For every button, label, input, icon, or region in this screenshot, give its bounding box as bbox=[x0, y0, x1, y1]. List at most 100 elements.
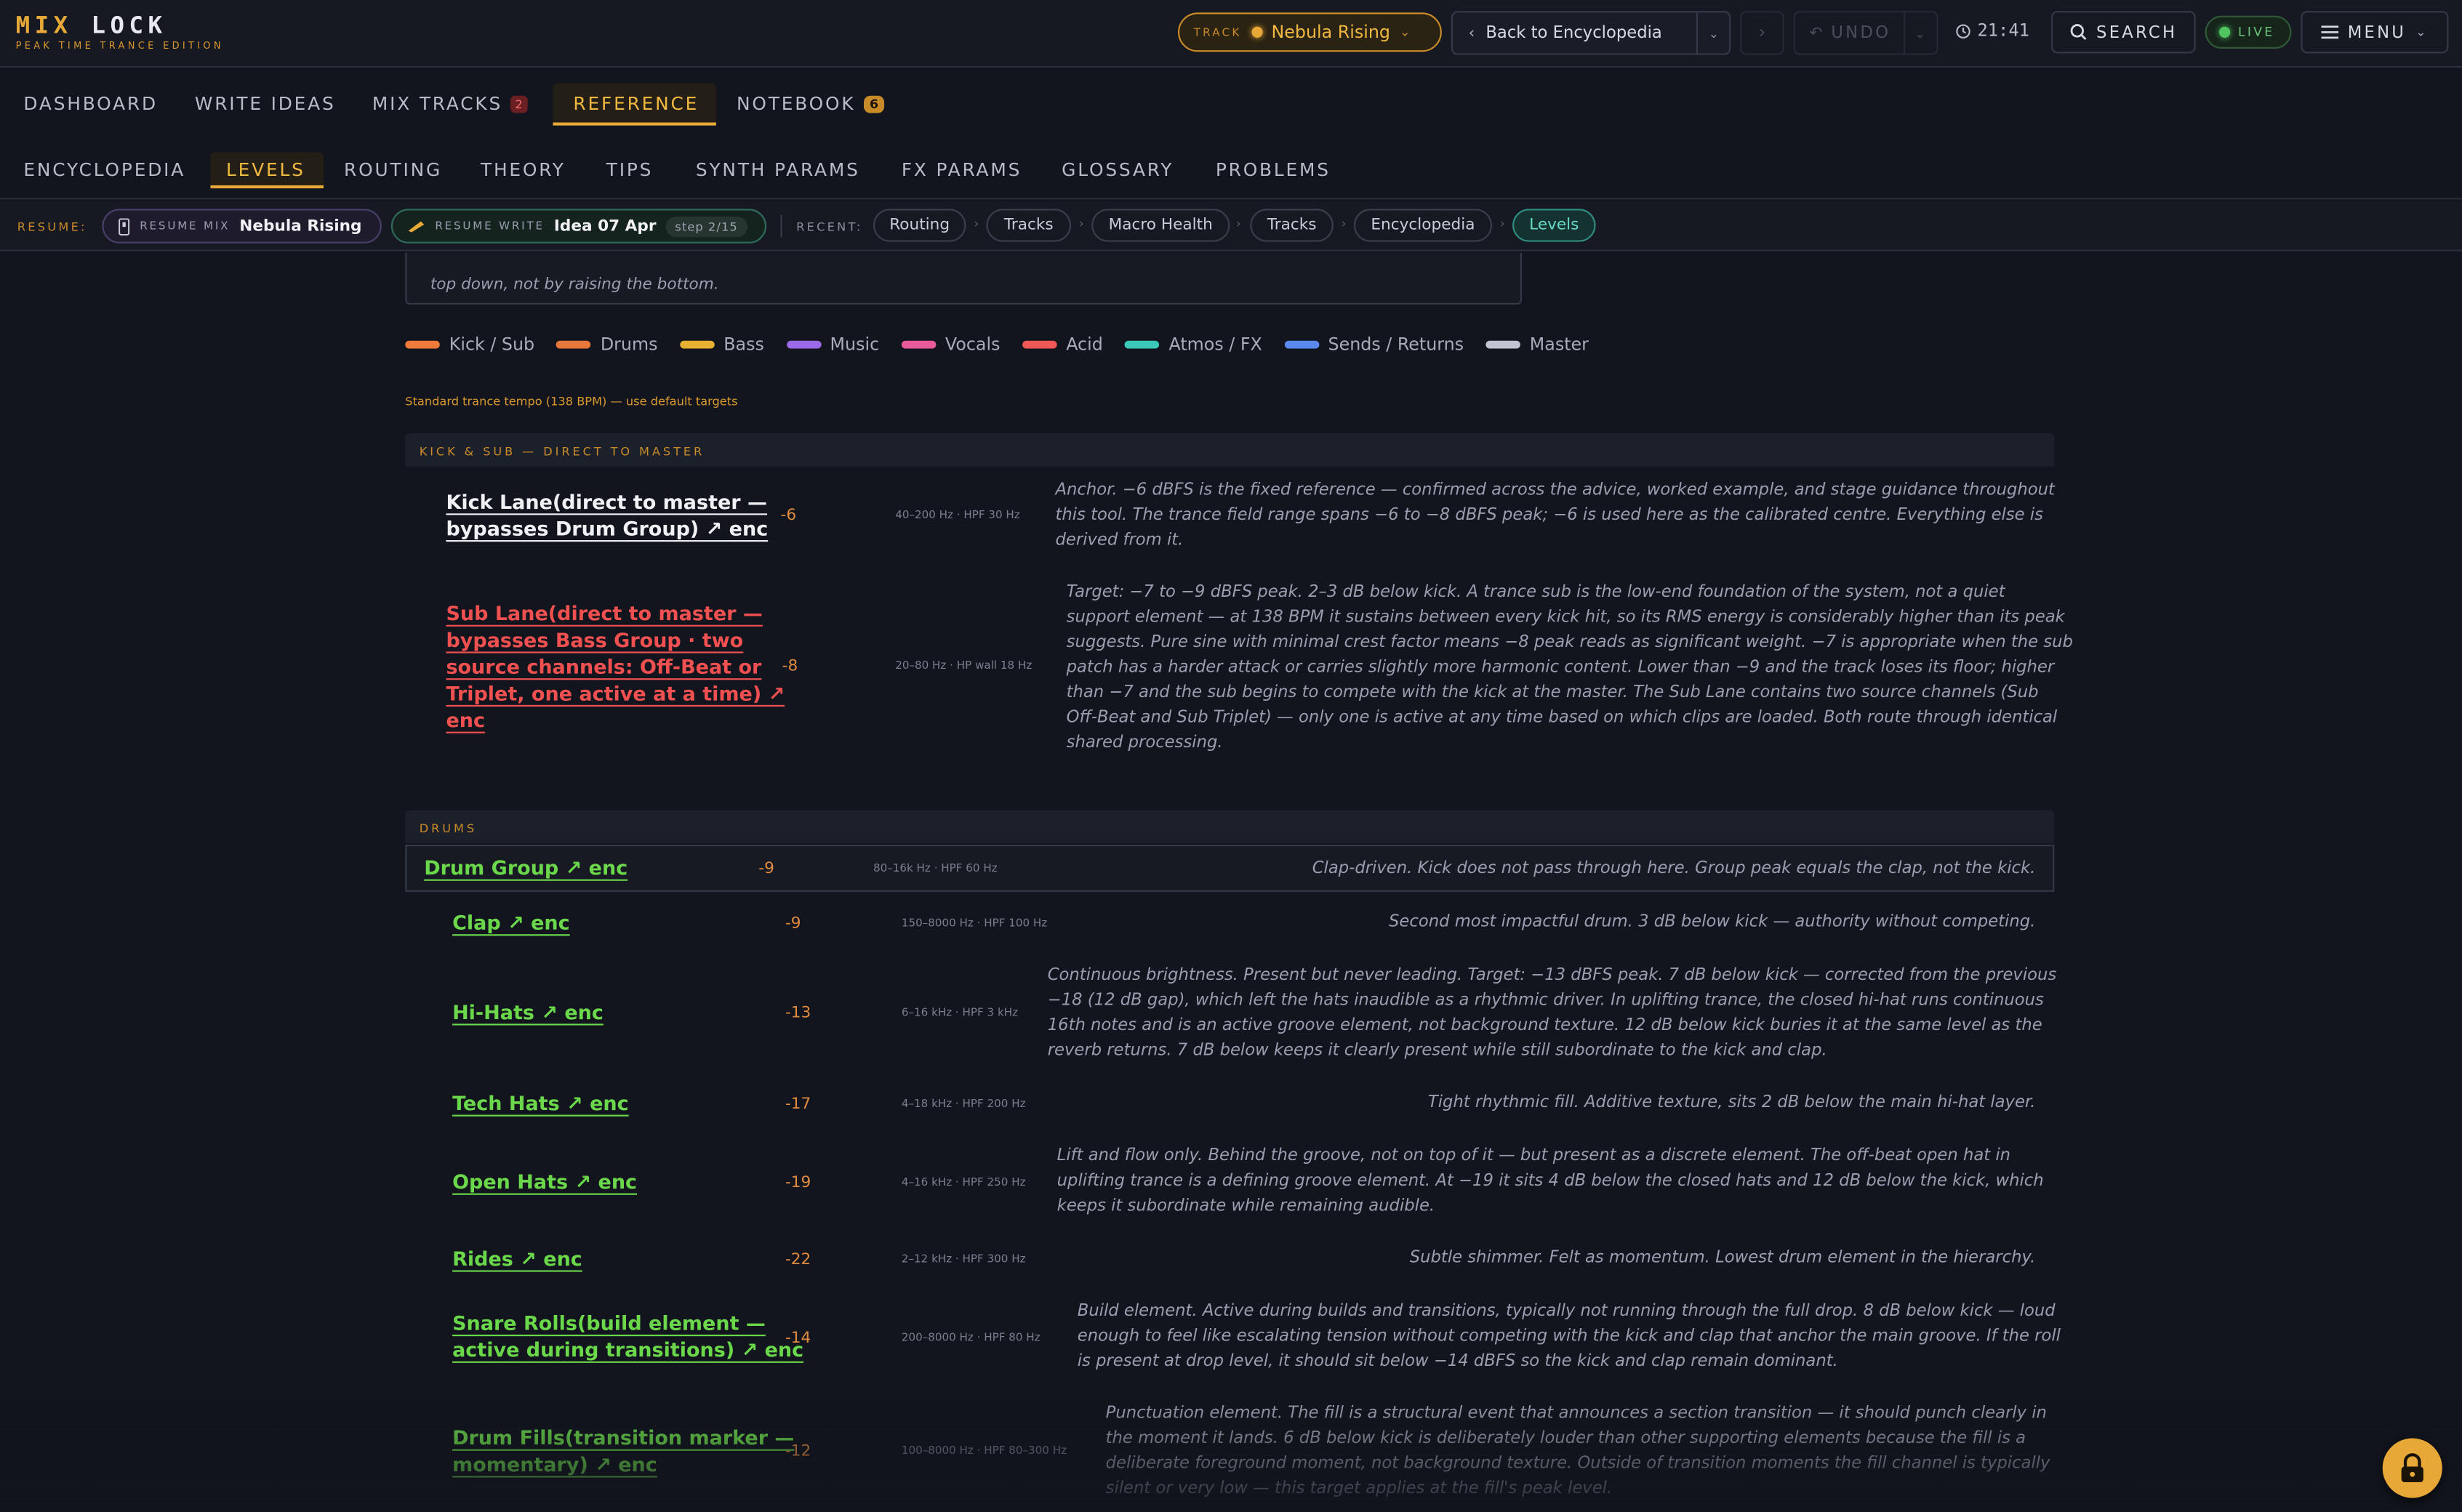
snare-rolls-level-value: -14 bbox=[785, 1330, 811, 1348]
track-label: TRACK bbox=[1193, 25, 1242, 39]
main-nav: DASHBOARD WRITE IDEAS MIX TRACKS 2 REFERE… bbox=[0, 69, 2462, 135]
subtab-synth-params[interactable]: SYNTH PARAMS bbox=[696, 158, 860, 180]
open-hats-freq-range: 4–16 kHz · HPF 250 Hz bbox=[901, 1175, 1026, 1189]
session-clock: 21:41 bbox=[1955, 20, 2029, 41]
live-status-badge[interactable]: LIVE bbox=[2205, 15, 2292, 49]
chevron-down-icon: ⌄ bbox=[1914, 25, 1928, 41]
undo-icon: ↶ bbox=[1809, 24, 1825, 42]
clock-time: 21:41 bbox=[1977, 20, 2029, 41]
undo-history-dropdown[interactable]: ⌄ bbox=[1906, 26, 1936, 40]
undo-button[interactable]: ↶ UNDO bbox=[1795, 12, 1906, 54]
open-hats-description: Lift and flow only. Behind the groove, n… bbox=[1056, 1146, 2044, 1215]
subtab-fx-params[interactable]: FX PARAMS bbox=[902, 158, 1022, 180]
rides-description: Subtle shimmer. Felt as momentum. Lowest… bbox=[1409, 1248, 2036, 1268]
sub-lane-link[interactable]: Sub Lane(direct to master — bypasses Bass… bbox=[446, 600, 785, 733]
back-button-label: Back to Encyclopedia bbox=[1485, 23, 1662, 43]
kick-lane-link[interactable]: Kick Lane(direct to master — bypasses Dru… bbox=[446, 488, 768, 542]
undo-label: UNDO bbox=[1831, 23, 1891, 43]
tech-hats-freq-range: 4–18 kHz · HPF 200 Hz bbox=[901, 1097, 1026, 1111]
subtab-theory[interactable]: THEORY bbox=[481, 158, 566, 180]
clap-link[interactable]: Clap ↗ enc bbox=[452, 909, 570, 936]
hi-hats-description: Continuous brightness. Present but never… bbox=[1047, 965, 2057, 1060]
chevron-right-icon: › bbox=[1499, 217, 1505, 231]
resume-write-button[interactable]: RESUME WRITE Idea 07 Apr step 2/15 bbox=[390, 209, 767, 244]
pencil-icon bbox=[408, 220, 425, 232]
subtab-glossary[interactable]: GLOSSARY bbox=[1062, 158, 1174, 180]
resume-write-value: Idea 07 Apr bbox=[553, 217, 657, 235]
resume-write-key: RESUME WRITE bbox=[435, 220, 545, 233]
tab-mix-tracks[interactable]: MIX TRACKS 2 bbox=[372, 92, 528, 115]
mixer-icon bbox=[119, 217, 130, 235]
menu-button[interactable]: MENU ⌄ bbox=[2301, 11, 2449, 54]
tab-notebook[interactable]: NOTEBOOK 6 bbox=[737, 92, 885, 115]
tech-hats-link[interactable]: Tech Hats ↗ enc bbox=[452, 1090, 629, 1117]
kick-level-value: -6 bbox=[780, 507, 797, 525]
drum-group-link[interactable]: Drum Group ↗ enc bbox=[424, 854, 627, 881]
recent-crumb-levels[interactable]: Levels bbox=[1512, 209, 1596, 242]
undo-button-group: ↶ UNDO ⌄ bbox=[1793, 11, 1938, 55]
hamburger-icon bbox=[2321, 25, 2338, 39]
chevron-right-icon: › bbox=[1758, 22, 1766, 43]
back-history-dropdown[interactable]: ⌄ bbox=[1698, 26, 1729, 40]
tech-hats-description: Tight rhythmic fill. Additive texture, s… bbox=[1427, 1093, 2036, 1112]
legend-swatch bbox=[1485, 340, 1520, 349]
sub-freq-range: 20–80 Hz · HP wall 18 Hz bbox=[895, 659, 1032, 672]
resume-write-step-badge: step 2/15 bbox=[665, 216, 747, 237]
resume-bar: RESUME: RESUME MIX Nebula Rising RESUME … bbox=[0, 201, 2462, 252]
forward-button[interactable]: › bbox=[1740, 11, 1784, 55]
legend-item-acid: Acid bbox=[1022, 334, 1103, 355]
track-status-dot bbox=[1251, 26, 1262, 38]
search-button[interactable]: SEARCH bbox=[2050, 11, 2196, 54]
app-logo[interactable]: MIX LOCK PEAK TIME TRANCE EDITION bbox=[16, 12, 224, 52]
legend-item-bass: Bass bbox=[679, 334, 764, 355]
recent-crumb-tracks-2[interactable]: Tracks bbox=[1250, 209, 1334, 242]
legend-item-vocals: Vocals bbox=[901, 334, 1000, 355]
legend-swatch bbox=[679, 340, 715, 349]
legend-swatch bbox=[1022, 340, 1057, 349]
chevron-down-icon: ⌄ bbox=[2415, 25, 2429, 40]
drum-fills-link[interactable]: Drum Fills(transition marker — momentary)… bbox=[452, 1424, 794, 1477]
notebook-count-badge: 6 bbox=[863, 94, 885, 113]
legend-item-atmos-fx: Atmos / FX bbox=[1125, 334, 1262, 355]
track-name: Nebula Rising bbox=[1271, 22, 1391, 43]
subtab-tips[interactable]: TIPS bbox=[606, 158, 653, 180]
chevron-down-icon: ⌄ bbox=[1708, 25, 1720, 41]
hi-hats-link[interactable]: Hi-Hats ↗ enc bbox=[452, 999, 604, 1026]
rides-level-value: -22 bbox=[785, 1251, 811, 1269]
subtab-encyclopedia[interactable]: ENCYCLOPEDIA bbox=[23, 158, 185, 180]
menu-label: MENU bbox=[2347, 23, 2407, 42]
open-hats-link[interactable]: Open Hats ↗ enc bbox=[452, 1168, 637, 1195]
recent-crumb-macro-health[interactable]: Macro Health bbox=[1091, 209, 1230, 242]
resume-mix-button[interactable]: RESUME MIX Nebula Rising bbox=[102, 209, 382, 244]
subtab-problems[interactable]: PROBLEMS bbox=[1216, 158, 1331, 180]
kick-freq-range: 40–200 Hz · HPF 30 Hz bbox=[895, 508, 1020, 522]
drum-group-freq-range: 80–16k Hz · HPF 60 Hz bbox=[873, 861, 998, 875]
live-label: LIVE bbox=[2238, 25, 2275, 40]
lock-button[interactable] bbox=[2382, 1438, 2442, 1498]
tab-reference[interactable]: REFERENCE bbox=[573, 92, 699, 114]
rides-freq-range: 2–12 kHz · HPF 300 Hz bbox=[901, 1252, 1026, 1266]
snare-rolls-freq-range: 200–8000 Hz · HPF 80 Hz bbox=[901, 1331, 1040, 1344]
legend-swatch bbox=[1125, 340, 1160, 349]
tab-write-ideas[interactable]: WRITE IDEAS bbox=[195, 92, 336, 114]
search-label: SEARCH bbox=[2096, 23, 2178, 42]
recent-crumb-routing[interactable]: Routing bbox=[873, 209, 966, 242]
subtab-routing[interactable]: ROUTING bbox=[344, 158, 442, 180]
recent-label: RECENT: bbox=[796, 220, 863, 234]
recent-crumb-encyclopedia[interactable]: Encyclopedia bbox=[1353, 209, 1492, 242]
chevron-left-icon: ‹ bbox=[1468, 24, 1475, 42]
tab-dashboard[interactable]: DASHBOARD bbox=[23, 92, 158, 114]
clap-freq-range: 150–8000 Hz · HPF 100 Hz bbox=[901, 917, 1048, 930]
back-to-encyclopedia-button[interactable]: ‹ Back to Encyclopedia bbox=[1453, 12, 1699, 54]
mix-tracks-count-badge: 2 bbox=[510, 94, 528, 113]
legend-item-sends-returns: Sends / Returns bbox=[1284, 334, 1464, 355]
clock-icon bbox=[1956, 23, 1970, 38]
recent-crumb-tracks[interactable]: Tracks bbox=[986, 209, 1072, 242]
rides-link[interactable]: Rides ↗ enc bbox=[452, 1245, 582, 1272]
track-selector[interactable]: TRACK Nebula Rising ⌄ bbox=[1178, 12, 1442, 52]
subtab-levels[interactable]: LEVELS bbox=[226, 158, 305, 180]
resume-mix-key: RESUME MIX bbox=[140, 220, 230, 233]
chevron-right-icon: › bbox=[974, 217, 979, 231]
tech-hats-level-value: -17 bbox=[785, 1095, 811, 1114]
snare-rolls-link[interactable]: Snare Rolls(build element — active during… bbox=[452, 1309, 803, 1362]
